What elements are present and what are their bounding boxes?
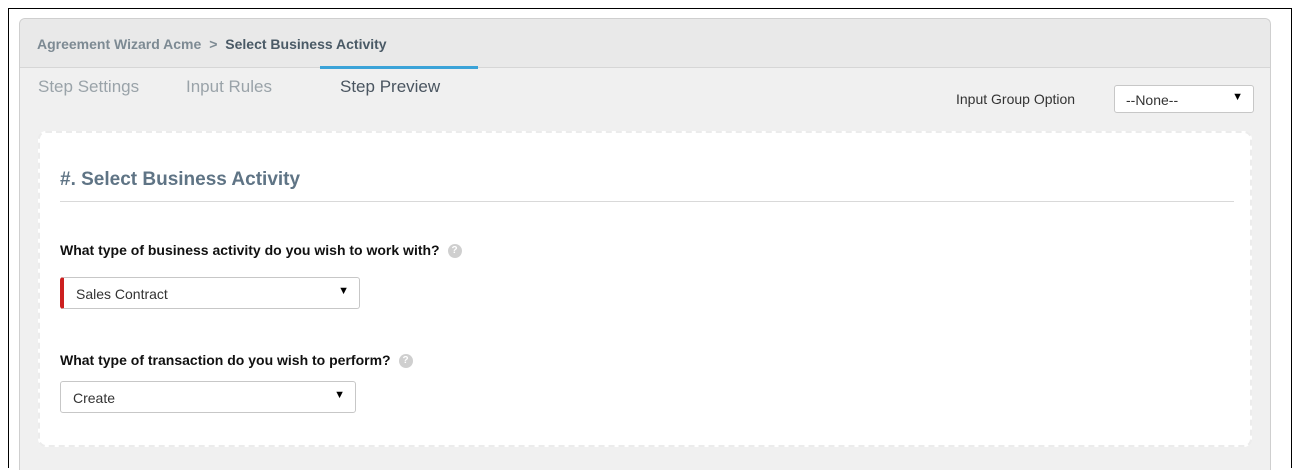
business-activity-value: Sales Contract <box>76 286 168 302</box>
panel-header: Agreement Wizard Acme > Select Business … <box>20 19 1270 68</box>
tab-step-preview[interactable]: Step Preview <box>340 77 440 97</box>
transaction-type-select[interactable]: Create ▼ <box>60 381 356 413</box>
input-group-option-value: --None-- <box>1126 92 1179 108</box>
business-activity-select[interactable]: Sales Contract ▼ <box>60 277 360 309</box>
breadcrumb: Agreement Wizard Acme > Select Business … <box>37 36 387 52</box>
tab-step-settings[interactable]: Step Settings <box>38 77 139 97</box>
wizard-panel: Agreement Wizard Acme > Select Business … <box>19 18 1271 470</box>
step-preview-area: #. Select Business Activity What type of… <box>38 131 1252 447</box>
caret-down-icon: ▼ <box>334 389 345 401</box>
section-title: #. Select Business Activity <box>60 169 301 190</box>
breadcrumb-current: Select Business Activity <box>225 36 387 52</box>
active-tab-indicator <box>320 66 478 69</box>
caret-down-icon: ▼ <box>338 285 349 297</box>
transaction-type-value: Create <box>73 390 116 406</box>
question-business-activity-label: What type of business activity do you wi… <box>60 242 440 258</box>
breadcrumb-root[interactable]: Agreement Wizard Acme <box>37 36 201 52</box>
question-transaction-type-label: What type of transaction do you wish to … <box>60 352 391 368</box>
help-icon[interactable]: ? <box>398 354 413 369</box>
section-divider <box>60 201 1234 202</box>
question-transaction-type: What type of transaction do you wish to … <box>60 352 413 369</box>
help-icon[interactable]: ? <box>447 244 462 259</box>
tab-input-rules[interactable]: Input Rules <box>186 77 272 97</box>
breadcrumb-separator: > <box>209 36 218 52</box>
input-group-option-select[interactable]: --None-- ▼ <box>1114 85 1254 113</box>
input-group-option-label: Input Group Option <box>956 91 1076 107</box>
caret-down-icon: ▼ <box>1232 91 1243 103</box>
question-business-activity: What type of business activity do you wi… <box>60 242 462 259</box>
